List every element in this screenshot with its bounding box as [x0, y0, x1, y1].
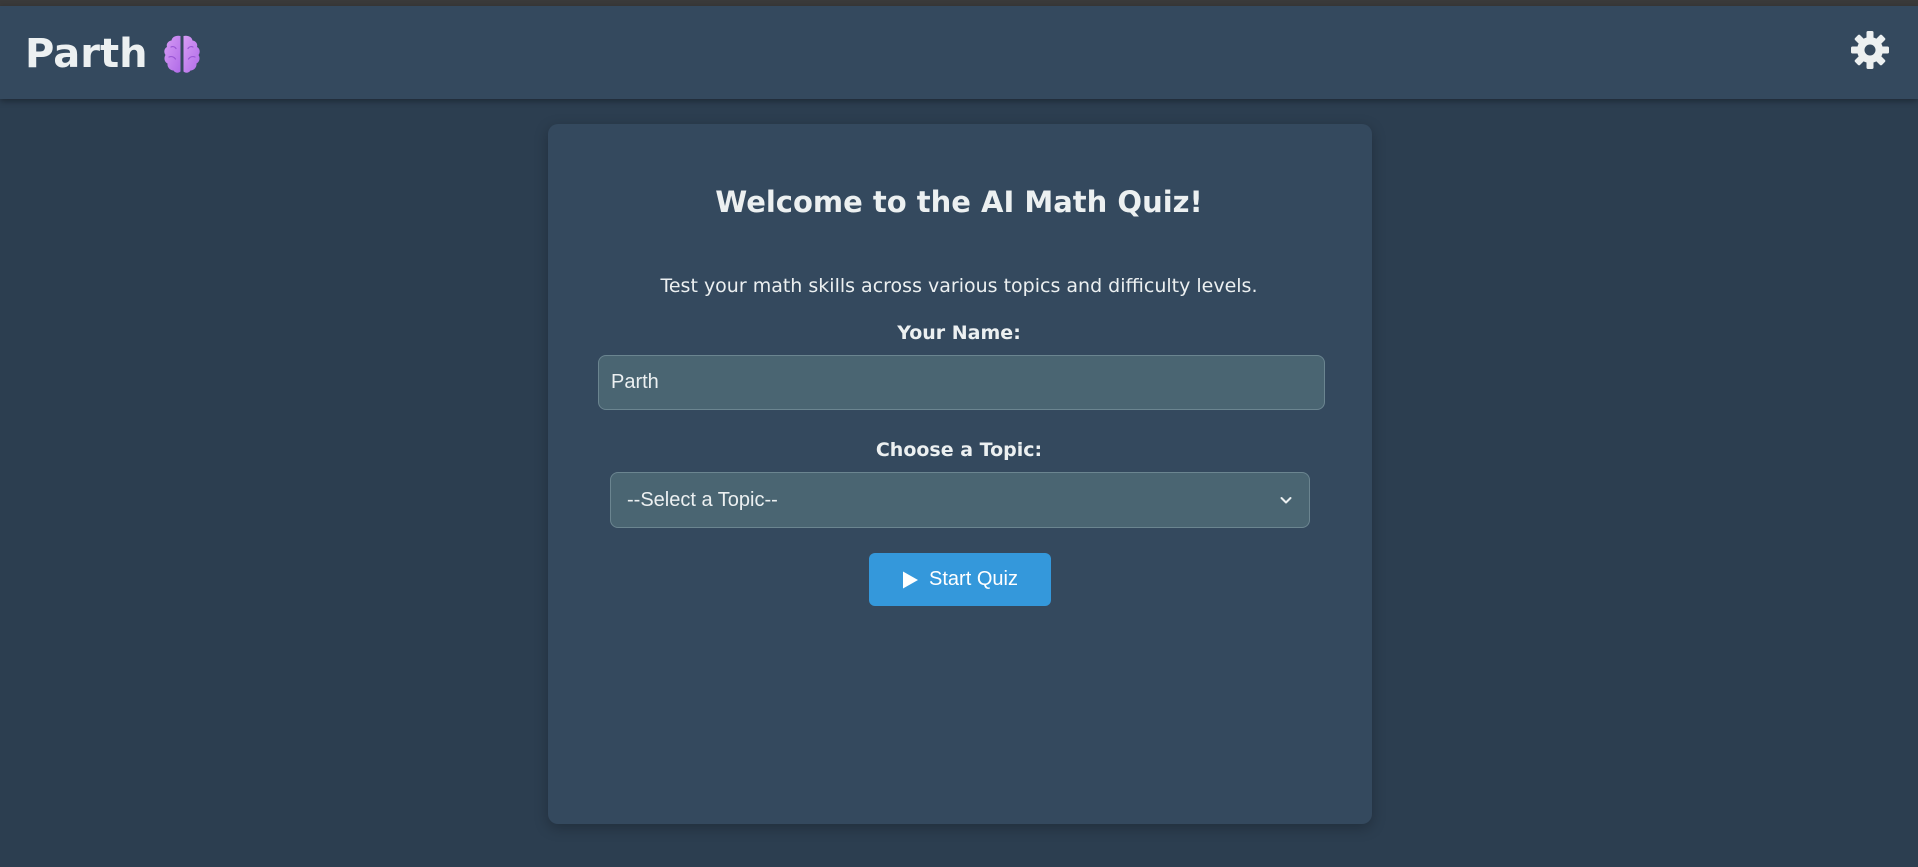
app-header: Parth: [0, 6, 1918, 99]
name-label: Your Name:: [897, 322, 1021, 344]
quiz-subtitle: Test your math skills across various top…: [660, 275, 1258, 297]
chevron-down-icon: [1280, 497, 1292, 504]
topic-label: Choose a Topic:: [875, 439, 1043, 461]
name-input[interactable]: [598, 355, 1325, 410]
brand: Parth: [25, 32, 204, 76]
start-quiz-label: Start Quiz: [929, 568, 1018, 590]
topic-select[interactable]: --Select a Topic--: [610, 472, 1310, 528]
topic-select-value: --Select a Topic--: [627, 488, 778, 511]
play-icon: [903, 571, 919, 588]
quiz-title: Welcome to the AI Math Quiz!: [715, 185, 1203, 219]
settings-button[interactable]: [1850, 30, 1890, 70]
start-quiz-button[interactable]: Start Quiz: [869, 553, 1051, 606]
gear-icon: [1851, 31, 1889, 69]
brain-icon: [163, 35, 200, 73]
brand-name: Parth: [25, 31, 148, 77]
